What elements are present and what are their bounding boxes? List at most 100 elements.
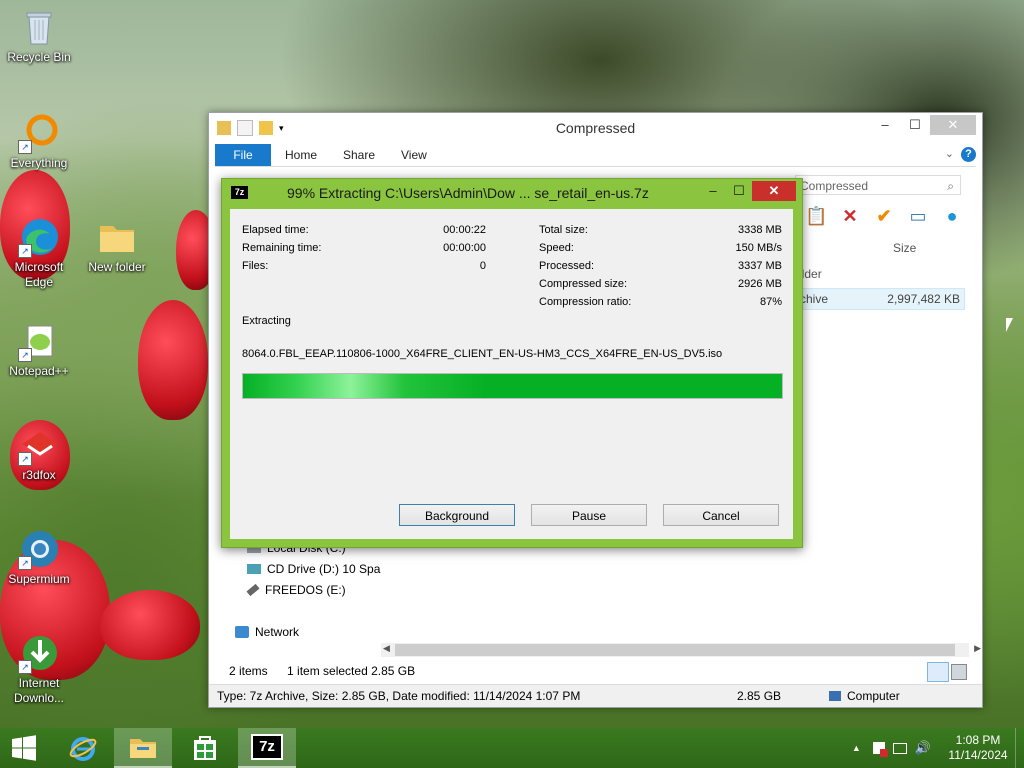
search-icon: ⌕: [947, 179, 954, 193]
minimize-button[interactable]: –: [870, 115, 900, 135]
shortcut-arrow-icon: ↗: [18, 348, 32, 362]
file-row-selected[interactable]: rchive 2,997,482 KB: [795, 288, 965, 310]
edge-icon: ↗: [18, 216, 60, 258]
item-count: 2 items: [229, 664, 268, 678]
stat-label: Remaining time:: [242, 242, 322, 254]
tab-share[interactable]: Share: [343, 144, 375, 166]
wallpaper-flower: [100, 590, 200, 660]
minimize-button[interactable]: –: [700, 181, 726, 201]
horizontal-scrollbar[interactable]: ◀ ▶: [381, 643, 981, 657]
internet-explorer-icon: [69, 737, 97, 761]
tab-view[interactable]: View: [401, 144, 427, 166]
usb-drive-icon: [246, 583, 260, 597]
desktop-icon-r3dfox[interactable]: ↗ r3dfox: [1, 424, 77, 483]
r3dfox-icon: ↗: [18, 424, 60, 466]
start-button[interactable]: [0, 728, 48, 768]
desktop-icon-label: Internet Downlo...: [13, 676, 65, 705]
clock-time: 1:08 PM: [955, 733, 1001, 747]
extraction-dialog[interactable]: 7z 99% Extracting C:\Users\Admin\Dow ...…: [221, 178, 803, 548]
checkmark-icon[interactable]: ✔: [873, 205, 895, 227]
ribbon-tabs: File Home Share View ⌄ ?: [215, 144, 976, 167]
stat-value: 0: [479, 260, 486, 272]
view-large-icons-icon[interactable]: [951, 664, 967, 680]
taskbar-clock[interactable]: 1:08 PM 11/14/2024: [941, 733, 1015, 763]
tab-home[interactable]: Home: [285, 144, 317, 166]
stat-label: Compression ratio:: [539, 296, 632, 308]
scrollbar-thumb[interactable]: [395, 644, 955, 656]
explorer-titlebar[interactable]: ▾ Compressed – ☐ ✕: [209, 113, 982, 143]
idm-icon: ↗: [18, 632, 60, 674]
dialog-window-buttons: – ☐ ✕: [700, 181, 796, 201]
desktop-icon-microsoft-edge[interactable]: ↗ Microsoft Edge: [1, 216, 77, 290]
details-info: Type: 7z Archive, Size: 2.85 GB, Date mo…: [217, 689, 581, 703]
desktop-icon-supermium[interactable]: ↗ Supermium: [1, 528, 77, 587]
close-button[interactable]: ✕: [752, 181, 796, 201]
shortcut-arrow-icon: ↗: [18, 244, 32, 258]
close-button[interactable]: ✕: [930, 115, 976, 135]
dialog-client-area: Elapsed time: 00:00:22 Remaining time: 0…: [230, 209, 793, 539]
desktop-icon-internet-download-manager[interactable]: ↗ Internet Downlo...: [1, 632, 77, 706]
nav-item-freedos[interactable]: FREEDOS (E:): [246, 583, 346, 597]
desktop-icon-label: Everything: [10, 156, 68, 170]
file-size: 2,997,482 KB: [887, 292, 960, 306]
desktop-icon-label: Notepad++: [9, 364, 69, 378]
scroll-left-icon[interactable]: ◀: [383, 643, 390, 654]
stat-label: Files:: [242, 260, 269, 272]
help-icon[interactable]: ?: [961, 147, 976, 162]
ribbon-expand-icon[interactable]: ⌄: [945, 147, 954, 160]
taskbar-file-explorer[interactable]: [114, 728, 172, 768]
explorer-window-buttons: – ☐ ✕: [870, 115, 976, 135]
desktop-icon-new-folder[interactable]: New folder: [79, 216, 155, 275]
operation-status: Extracting: [242, 315, 291, 327]
desktop-icon-label: Supermium: [8, 572, 70, 586]
desktop-icon-everything[interactable]: ↗ Everything: [1, 112, 77, 171]
column-header-size[interactable]: Size: [893, 241, 916, 255]
show-hidden-icons-icon[interactable]: ▲: [852, 743, 861, 753]
stat-label: Elapsed time:: [242, 224, 309, 236]
progress-fill: [243, 374, 782, 398]
chat-bubble-icon[interactable]: ●: [941, 205, 963, 227]
selection-info: 1 item selected 2.85 GB: [287, 664, 416, 678]
network-status-icon[interactable]: [892, 742, 907, 754]
network-icon: [235, 626, 249, 638]
store-icon: [194, 736, 216, 760]
maximize-button[interactable]: ☐: [900, 115, 930, 135]
nav-item-label: FREEDOS (E:): [265, 583, 346, 597]
file-row[interactable]: older: [795, 267, 963, 285]
clock-date: 11/14/2024: [948, 748, 1008, 762]
rename-icon[interactable]: ▭: [907, 205, 929, 227]
taskbar-store[interactable]: [176, 728, 234, 768]
pause-button[interactable]: Pause: [531, 504, 647, 526]
desktop-icon-recycle-bin[interactable]: Recycle Bin: [1, 6, 77, 65]
notepad-plus-plus-icon: ↗: [18, 320, 60, 362]
clipboard-icon[interactable]: 📋: [805, 205, 827, 227]
tab-file[interactable]: File: [215, 144, 271, 166]
show-desktop-button[interactable]: [1015, 728, 1024, 768]
view-details-icon[interactable]: [927, 662, 949, 682]
delete-icon[interactable]: ✕: [839, 205, 861, 227]
background-button[interactable]: Background: [399, 504, 515, 526]
stat-value: 2926 MB: [737, 278, 782, 290]
volume-icon[interactable]: 🔊: [915, 740, 931, 756]
scroll-right-icon[interactable]: ▶: [974, 643, 981, 654]
dialog-titlebar[interactable]: 7z 99% Extracting C:\Users\Admin\Dow ...…: [222, 179, 802, 207]
taskbar-7zip[interactable]: 7z: [238, 728, 296, 768]
search-input[interactable]: Compressed ⌕: [795, 175, 961, 195]
desktop-icon-label: r3dfox: [22, 468, 56, 482]
desktop-icon-notepad-plus-plus[interactable]: ↗ Notepad++: [1, 320, 77, 379]
stat-value: 00:00:22: [443, 224, 486, 236]
action-center-icon[interactable]: [872, 742, 888, 757]
shortcut-arrow-icon: ↗: [18, 140, 32, 154]
maximize-button[interactable]: ☐: [726, 181, 752, 201]
system-tray: ▲ 🔊 1:08 PM 11/14/2024: [852, 728, 1024, 768]
cancel-button[interactable]: Cancel: [663, 504, 779, 526]
7zip-icon: 7z: [251, 734, 283, 760]
computer-icon: [829, 691, 841, 701]
nav-item-network[interactable]: Network: [235, 625, 299, 639]
nav-item-cd-drive[interactable]: CD Drive (D:) 10 Spa: [247, 562, 380, 576]
folder-icon: [96, 216, 138, 258]
taskbar-internet-explorer[interactable]: [54, 728, 112, 768]
details-bar: Type: 7z Archive, Size: 2.85 GB, Date mo…: [209, 684, 982, 707]
dialog-title: 99% Extracting C:\Users\Admin\Dow ... se…: [287, 185, 649, 201]
current-file-name: 8064.0.FBL_EEAP.110806-1000_X64FRE_CLIEN…: [242, 348, 723, 360]
